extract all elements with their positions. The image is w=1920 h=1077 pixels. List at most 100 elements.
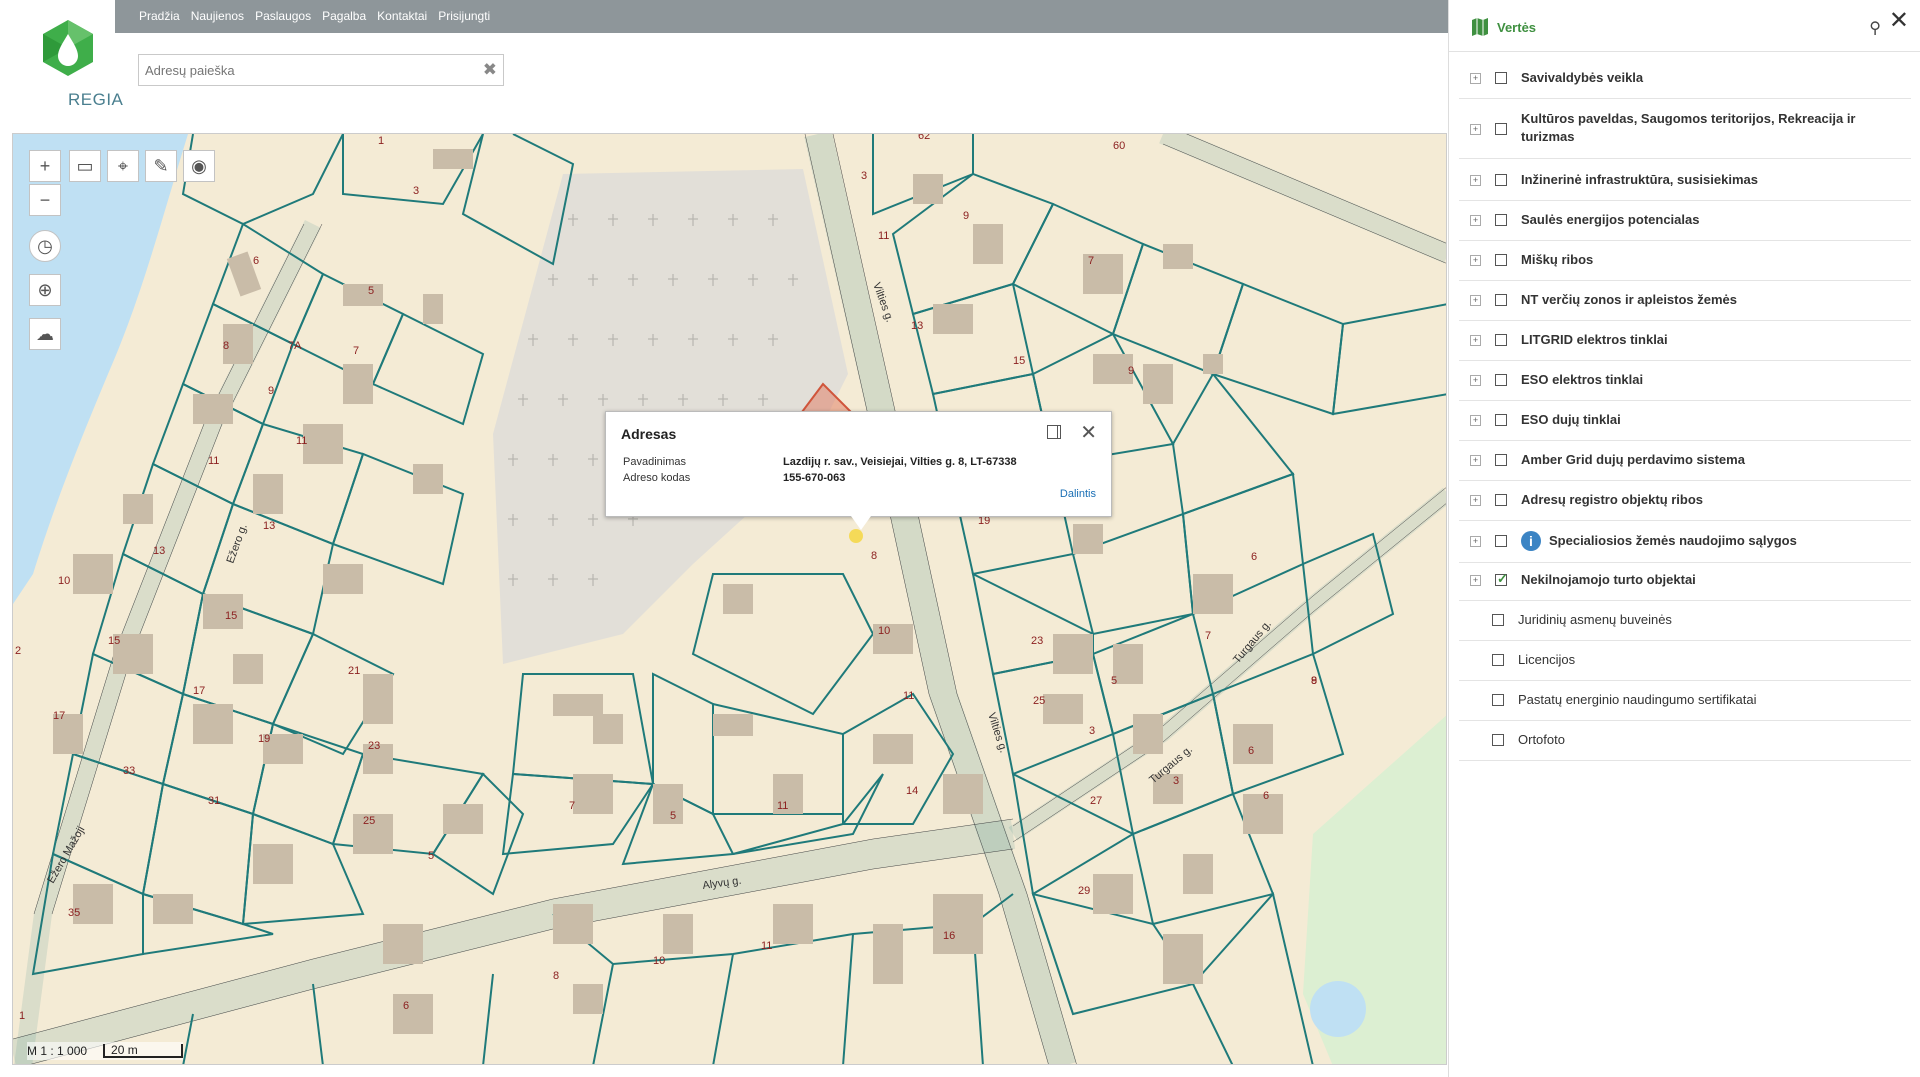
zoom-in-button[interactable]: + xyxy=(29,150,61,182)
layer-checkbox[interactable] xyxy=(1495,571,1508,587)
nav-link-kontaktai[interactable]: Kontaktai xyxy=(377,9,427,23)
svg-text:7: 7 xyxy=(353,345,359,357)
layer-checkbox[interactable] xyxy=(1495,374,1507,386)
svg-text:60: 60 xyxy=(1113,140,1125,152)
expand-icon[interactable]: + xyxy=(1470,255,1481,266)
svg-text:3: 3 xyxy=(1089,725,1095,737)
map-drawing[interactable]: 136 577A 8911 101113 131515 171719 21232… xyxy=(13,134,1447,1065)
chat-button[interactable]: ☁ xyxy=(29,318,61,350)
layer-checkbox[interactable] xyxy=(1495,214,1507,226)
expand-icon[interactable]: + xyxy=(1470,375,1481,386)
share-link[interactable]: Dalintis xyxy=(1060,488,1096,500)
panel-close-icon[interactable]: ✕ xyxy=(1889,6,1909,35)
target-button[interactable]: ◉ xyxy=(183,150,215,182)
layer-row[interactable]: Licencijos xyxy=(1459,640,1911,681)
layer-row[interactable]: + Amber Grid dujų perdavimo sistema xyxy=(1459,440,1911,481)
layer-checkbox[interactable] xyxy=(1492,734,1504,746)
layer-checkbox[interactable] xyxy=(1495,535,1507,547)
edit-button[interactable]: ✎ xyxy=(145,150,177,182)
layer-row[interactable]: + Saulės energijos potencialas xyxy=(1459,200,1911,241)
layer-name: ESO dujų tinklai xyxy=(1521,412,1621,427)
locate-button[interactable]: ⊕ xyxy=(29,274,61,306)
expand-icon[interactable]: + xyxy=(1470,455,1481,466)
layer-checkbox[interactable] xyxy=(1492,694,1504,706)
layer-row[interactable]: Juridinių asmenų buveinės xyxy=(1459,600,1911,641)
clear-search-icon[interactable]: ✖ xyxy=(483,60,497,80)
svg-text:31: 31 xyxy=(208,795,220,807)
layer-row[interactable]: + Nekilnojamojo turto objektai xyxy=(1459,560,1911,601)
layer-row[interactable]: + Adresų registro objektų ribos xyxy=(1459,480,1911,521)
nav-link-pradzia[interactable]: Pradžia xyxy=(139,9,180,23)
layer-row[interactable]: + Inžinerinė infrastruktūra, susisiekimas xyxy=(1459,160,1911,201)
svg-text:29: 29 xyxy=(1078,885,1090,897)
layer-name: Specialiosios žemės naudojimo sąlygos xyxy=(1549,533,1797,548)
layer-row[interactable]: + LITGRID elektros tinklai xyxy=(1459,320,1911,361)
measure-button[interactable]: ▭ xyxy=(69,150,101,182)
svg-text:6: 6 xyxy=(1251,551,1257,563)
layer-row[interactable]: + Kultūros paveldas, Saugomos teritorijos… xyxy=(1459,100,1911,159)
svg-text:19: 19 xyxy=(258,733,270,745)
layer-row[interactable]: + ESO elektros tinklai xyxy=(1459,360,1911,401)
logo-area[interactable]: REGIA xyxy=(22,0,123,125)
nav-link-prisijungti[interactable]: Prisijungti xyxy=(438,9,490,23)
expand-icon[interactable]: + xyxy=(1470,335,1481,346)
svg-text:5: 5 xyxy=(670,810,676,822)
svg-text:11: 11 xyxy=(208,455,219,467)
expand-icon[interactable]: + xyxy=(1470,536,1481,547)
layer-row[interactable]: + Savivaldybės veikla xyxy=(1459,58,1911,99)
expand-icon[interactable]: + xyxy=(1470,415,1481,426)
nav-link-pagalba[interactable]: Pagalba xyxy=(322,9,366,23)
layer-checkbox[interactable] xyxy=(1495,454,1507,466)
layer-checkbox[interactable] xyxy=(1492,654,1504,666)
address-search-input[interactable] xyxy=(139,55,481,85)
layer-checkbox[interactable] xyxy=(1495,494,1507,506)
layer-name: Kultūros paveldas, Saugomos teritorijos,… xyxy=(1521,111,1856,144)
layer-checkbox[interactable] xyxy=(1495,254,1507,266)
layer-row[interactable]: Ortofoto xyxy=(1459,720,1911,761)
layer-row[interactable]: + i Specialiosios žemės naudojimo sąlygos xyxy=(1459,520,1911,563)
expand-icon[interactable]: + xyxy=(1470,495,1481,506)
layer-name: NT verčių zonos ir apleistos žemės xyxy=(1521,292,1738,307)
svg-text:1: 1 xyxy=(19,1010,25,1022)
expand-icon[interactable]: + xyxy=(1470,175,1481,186)
svg-text:23: 23 xyxy=(368,740,380,752)
maximize-icon[interactable] xyxy=(1047,425,1061,439)
svg-text:11: 11 xyxy=(761,940,772,952)
nav-link-paslaugos[interactable]: Paslaugos xyxy=(255,9,311,23)
zoom-out-button[interactable]: − xyxy=(29,184,61,216)
svg-text:Ežero g.: Ežero g. xyxy=(225,522,250,565)
layer-row[interactable]: + Miškų ribos xyxy=(1459,240,1911,281)
unpin-icon[interactable]: ⚲ xyxy=(1869,18,1881,38)
scale-length: 20 m xyxy=(103,1044,184,1058)
expand-icon[interactable]: + xyxy=(1470,73,1481,84)
svg-text:1: 1 xyxy=(378,135,384,147)
layer-name: Saulės energijos potencialas xyxy=(1521,212,1700,227)
svg-text:3: 3 xyxy=(413,185,419,197)
svg-text:11: 11 xyxy=(296,435,307,447)
layer-checkbox[interactable] xyxy=(1492,614,1504,626)
svg-text:8: 8 xyxy=(223,340,229,352)
expand-icon[interactable]: + xyxy=(1470,295,1481,306)
popup-close-icon[interactable]: ✕ xyxy=(1080,420,1097,445)
layer-checkbox[interactable] xyxy=(1495,174,1507,186)
address-popup: Adresas ✕ Pavadinimas Lazdijų r. sav., V… xyxy=(605,411,1112,530)
layer-checkbox[interactable] xyxy=(1495,294,1507,306)
info-icon[interactable]: i xyxy=(1521,531,1541,551)
layer-checkbox[interactable] xyxy=(1495,123,1507,135)
layer-row[interactable]: Pastatų energinio naudingumo sertifikata… xyxy=(1459,680,1911,721)
svg-text:8: 8 xyxy=(871,550,877,562)
svg-text:17: 17 xyxy=(53,710,65,722)
map-canvas[interactable]: 136 5 7 7A 8 9 11 10 11 13 13 15 15 17 17 19 21 23 2… xyxy=(12,133,1447,1065)
expand-icon[interactable]: + xyxy=(1470,575,1481,586)
layer-checkbox[interactable] xyxy=(1495,334,1507,346)
marker-button[interactable]: ⌖ xyxy=(107,150,139,182)
layer-row[interactable]: + NT verčių zonos ir apleistos žemės xyxy=(1459,280,1911,321)
nav-link-naujienos[interactable]: Naujienos xyxy=(191,9,244,23)
expand-icon[interactable]: + xyxy=(1470,215,1481,226)
popup-label-code: Adreso kodas xyxy=(623,472,691,484)
layer-checkbox[interactable] xyxy=(1495,72,1507,84)
layer-row[interactable]: + ESO dujų tinklai xyxy=(1459,400,1911,441)
expand-icon[interactable]: + xyxy=(1470,124,1481,135)
layer-checkbox[interactable] xyxy=(1495,414,1507,426)
compass-button[interactable]: ◷ xyxy=(29,230,61,262)
